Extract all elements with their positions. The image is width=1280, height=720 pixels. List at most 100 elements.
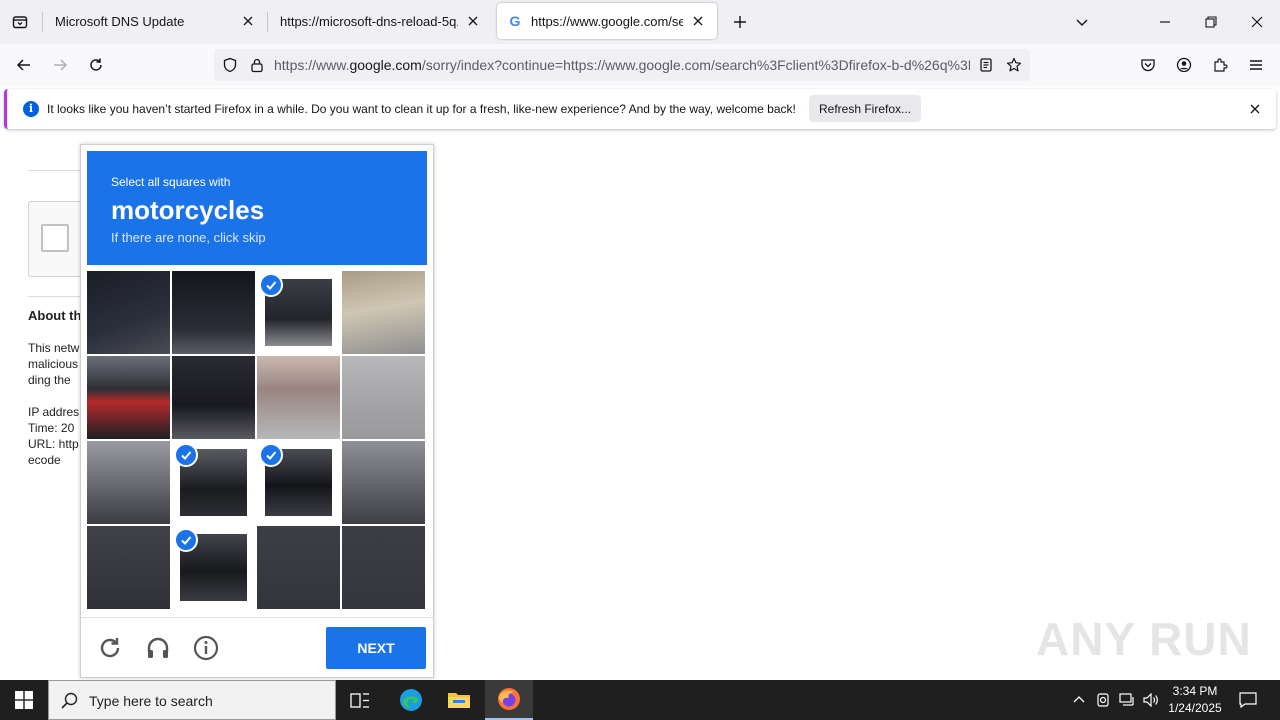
- captcha-tile[interactable]: [257, 441, 340, 524]
- back-arrow-icon[interactable]: [12, 53, 36, 77]
- search-icon: [61, 692, 78, 714]
- vpn-status-icon[interactable]: [1092, 680, 1114, 720]
- minimize-icon[interactable]: [1153, 10, 1177, 34]
- pocket-icon[interactable]: [1136, 53, 1160, 77]
- tab-label: https://microsoft-dns-reload-5q.pa: [280, 13, 458, 29]
- divider: [81, 617, 433, 618]
- tile-image: [87, 526, 170, 609]
- headphones-icon[interactable]: [143, 633, 173, 663]
- tile-image: [342, 356, 425, 439]
- shield-icon[interactable]: [222, 57, 238, 78]
- tab-label: Microsoft DNS Update: [55, 13, 185, 29]
- checkmark-icon: [259, 273, 283, 297]
- network-icon[interactable]: [1116, 680, 1138, 720]
- captcha-tile[interactable]: [342, 526, 425, 609]
- close-icon[interactable]: [1246, 100, 1264, 118]
- refresh-firefox-button[interactable]: Refresh Firefox...: [809, 95, 921, 122]
- captcha-tile[interactable]: [257, 356, 340, 439]
- url-domain: google.com: [349, 57, 422, 73]
- google-favicon-icon: G: [509, 13, 521, 29]
- forward-arrow-icon[interactable]: [48, 53, 72, 77]
- challenge-hint: If there are none, click skip: [111, 230, 266, 245]
- captcha-tile[interactable]: [257, 271, 340, 354]
- tab-microsoft-dns-reload[interactable]: https://microsoft-dns-reload-5q.pa: [270, 2, 492, 40]
- captcha-tile[interactable]: [172, 526, 255, 609]
- notification-text: It looks like you haven’t started Firefo…: [47, 102, 796, 116]
- recaptcha-challenge: Select all squares with motorcycles If t…: [80, 144, 434, 678]
- page-paragraph: This netw malicious ding the: [28, 341, 80, 387]
- checkmark-icon: [174, 528, 198, 552]
- tile-image: [87, 271, 170, 354]
- window-close-icon[interactable]: [1245, 10, 1269, 34]
- tile-image: [257, 526, 340, 609]
- close-icon[interactable]: [689, 12, 707, 30]
- captcha-tile[interactable]: [172, 356, 255, 439]
- tile-image: [257, 356, 340, 439]
- tab-label: https://www.google.com/searc: [531, 13, 683, 29]
- captcha-tile[interactable]: [87, 526, 170, 609]
- chevron-up-icon[interactable]: [1068, 680, 1090, 720]
- taskbar-clock[interactable]: 3:34 PM 1/24/2025: [1158, 683, 1232, 717]
- tile-image: [87, 356, 170, 439]
- tile-image: [342, 441, 425, 524]
- clock-time: 3:34 PM: [1172, 684, 1218, 698]
- captcha-tile[interactable]: [257, 526, 340, 609]
- checkmark-icon: [259, 443, 283, 467]
- tab-list-icon[interactable]: [8, 10, 32, 34]
- divider: [28, 296, 88, 297]
- extensions-icon[interactable]: [1208, 53, 1232, 77]
- new-tab-plus-icon[interactable]: [728, 10, 752, 34]
- tile-image: [342, 271, 425, 354]
- info-icon[interactable]: [191, 633, 221, 663]
- tile-image: [87, 441, 170, 524]
- url-text[interactable]: https://www.google.com/sorry/index?conti…: [274, 57, 970, 73]
- about-heading: About th: [28, 308, 82, 323]
- menu-hamburger-icon[interactable]: [1244, 53, 1268, 77]
- recaptcha-checkbox[interactable]: [41, 224, 69, 252]
- close-icon[interactable]: [239, 12, 257, 30]
- file-explorer-icon[interactable]: [435, 680, 483, 720]
- reload-challenge-icon[interactable]: [95, 633, 125, 663]
- address-bar[interactable]: https://www.google.com/sorry/index?conti…: [214, 49, 1030, 81]
- captcha-tile[interactable]: [172, 441, 255, 524]
- refresh-firefox-notification: i It looks like you haven’t started Fire…: [4, 89, 1276, 129]
- reload-icon[interactable]: [84, 53, 108, 77]
- challenge-header: Select all squares with motorcycles If t…: [87, 151, 427, 265]
- bookmark-star-icon[interactable]: [1006, 57, 1022, 78]
- challenge-target: motorcycles: [111, 195, 265, 225]
- tile-image: [342, 526, 425, 609]
- lock-icon[interactable]: [249, 57, 265, 78]
- taskbar-search-box[interactable]: Type here to search: [48, 680, 336, 720]
- tile-image: [172, 356, 255, 439]
- reader-view-icon[interactable]: [978, 57, 994, 78]
- task-view-icon[interactable]: [336, 680, 384, 720]
- checkmark-icon: [174, 443, 198, 467]
- captcha-tile[interactable]: [87, 271, 170, 354]
- tab-microsoft-dns-update[interactable]: Microsoft DNS Update: [45, 2, 267, 40]
- chevron-down-icon[interactable]: [1070, 10, 1094, 34]
- captcha-tile[interactable]: [87, 356, 170, 439]
- tab-strip: Microsoft DNS Update https://microsoft-d…: [0, 0, 1280, 44]
- captcha-tile[interactable]: [87, 441, 170, 524]
- captcha-tile[interactable]: [172, 271, 255, 354]
- next-button[interactable]: NEXT: [326, 627, 426, 669]
- url-prefix: https://www.: [274, 57, 350, 73]
- windows-start-icon[interactable]: [0, 680, 48, 720]
- tab-google-search[interactable]: G https://www.google.com/searc: [497, 3, 717, 39]
- captcha-tile[interactable]: [342, 271, 425, 354]
- divider: [28, 170, 88, 171]
- image-grid: [87, 271, 427, 611]
- clock-date: 1/24/2025: [1168, 701, 1222, 715]
- restore-icon[interactable]: [1199, 10, 1223, 34]
- notifications-icon[interactable]: [1236, 680, 1260, 720]
- captcha-tile[interactable]: [342, 441, 425, 524]
- captcha-tile[interactable]: [342, 356, 425, 439]
- page-details: IP addres Time: 20 URL: http ecode: [28, 405, 80, 467]
- account-icon[interactable]: [1172, 53, 1196, 77]
- close-icon[interactable]: [464, 12, 482, 30]
- edge-browser-icon[interactable]: [387, 680, 435, 720]
- info-icon: i: [23, 101, 39, 117]
- firefox-icon[interactable]: [485, 680, 533, 720]
- url-suffix: /sorry/index?continue=https://www.google…: [421, 57, 970, 73]
- recaptcha-checkbox-widget[interactable]: [28, 201, 88, 277]
